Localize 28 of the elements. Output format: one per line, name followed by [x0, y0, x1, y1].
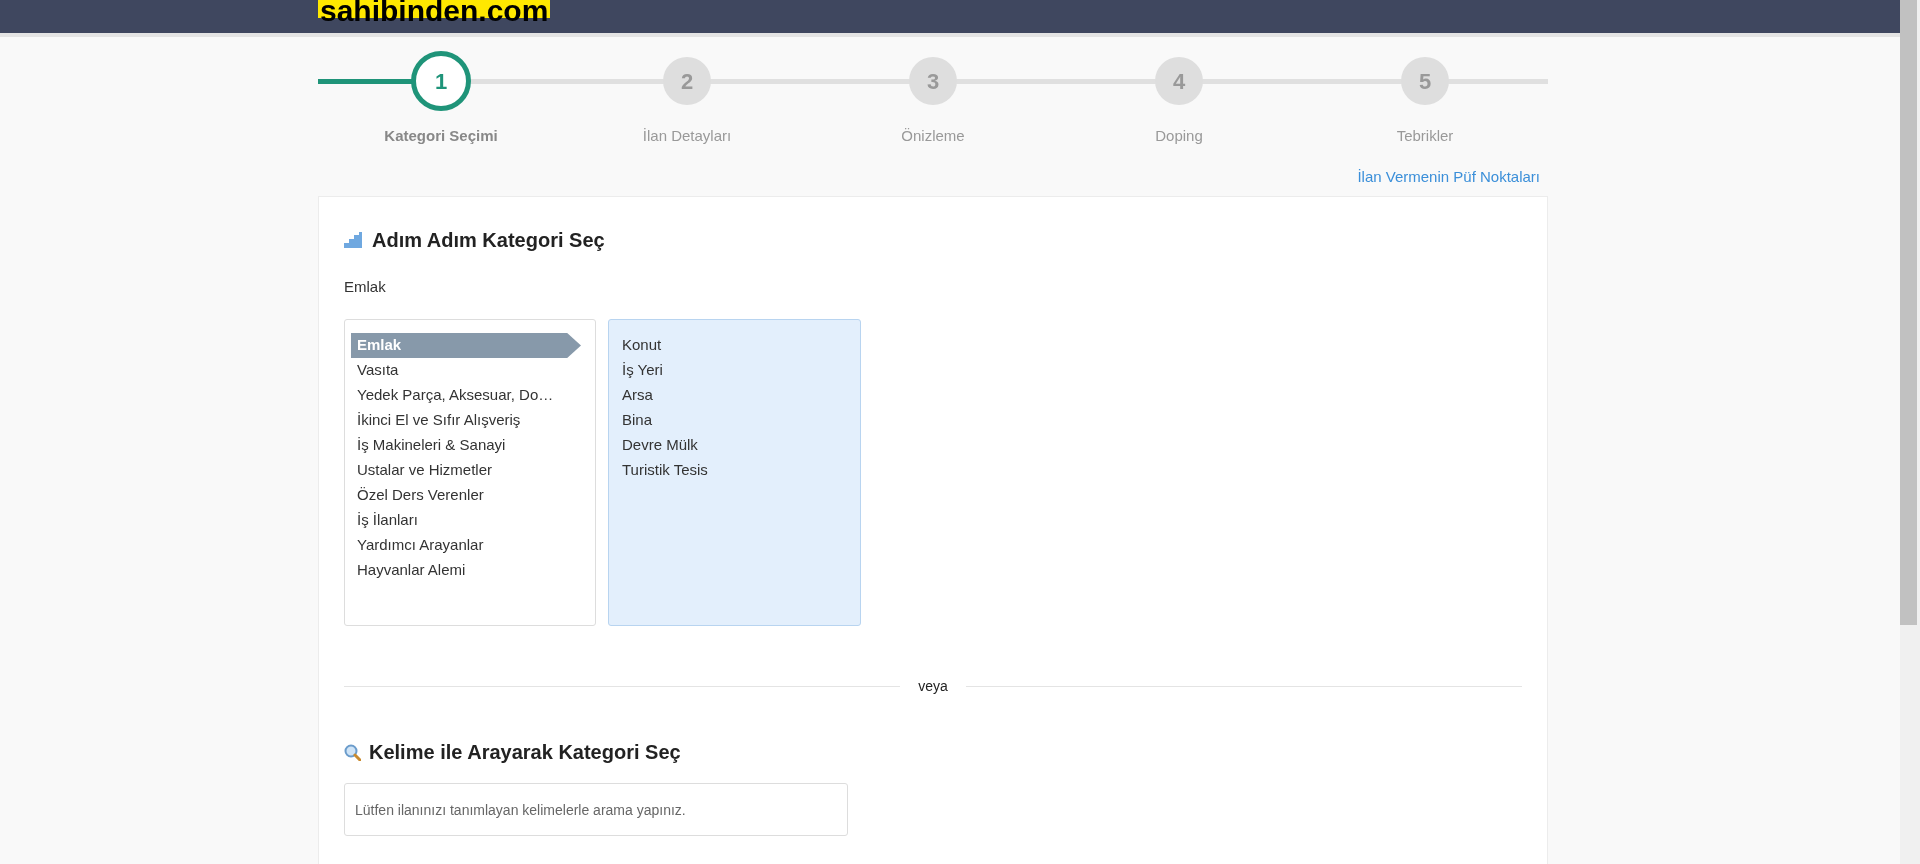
category-item[interactable]: İş Makineleri & Sanayi — [351, 433, 581, 458]
search-icon — [344, 743, 361, 761]
category-item[interactable]: Yedek Parça, Aksesuar, Do… — [351, 383, 581, 408]
category-item[interactable]: Özel Ders Verenler — [351, 483, 581, 508]
scrollbar[interactable] — [1900, 0, 1920, 864]
subcategory-item[interactable]: Bina — [622, 408, 860, 433]
section-title: Kelime ile Arayarak Kategori Seç — [369, 740, 681, 765]
step-label: Tebrikler — [1396, 126, 1454, 146]
category-item[interactable]: İş İlanları — [351, 508, 581, 533]
divider-label: veya — [918, 677, 948, 696]
subcategory-item[interactable]: İş Yeri — [622, 358, 860, 383]
category-item[interactable]: İkinci El ve Sıfır Alışveriş — [351, 408, 581, 433]
search-field[interactable]: Lütfen ilanınızı tanımlayan kelimelerle arama yapınız. — [344, 783, 848, 836]
section-title: Adım Adım Kategori Seç — [372, 228, 605, 253]
step-label: Kategori Seçimi — [384, 126, 498, 146]
subcategory-item[interactable]: Konut — [622, 333, 860, 358]
step-label: Önizleme — [901, 126, 965, 146]
category-item[interactable]: Vasıta — [351, 358, 581, 383]
stairs-icon — [344, 232, 362, 248]
category-item[interactable]: Hayvanlar Alemi — [351, 558, 581, 583]
subcategory-item[interactable]: Devre Mülk — [622, 433, 860, 458]
subcategory-item[interactable]: Turistik Tesis — [622, 458, 860, 483]
breadcrumb: Emlak — [344, 278, 386, 295]
step-label: İlan Detayları — [642, 126, 732, 146]
category-item[interactable]: Yardımcı Arayanlar — [351, 533, 581, 558]
subcategory-item[interactable]: Arsa — [622, 383, 860, 408]
category-item[interactable]: Ustalar ve Hizmetler — [351, 458, 581, 483]
step-label: Doping — [1155, 126, 1203, 146]
